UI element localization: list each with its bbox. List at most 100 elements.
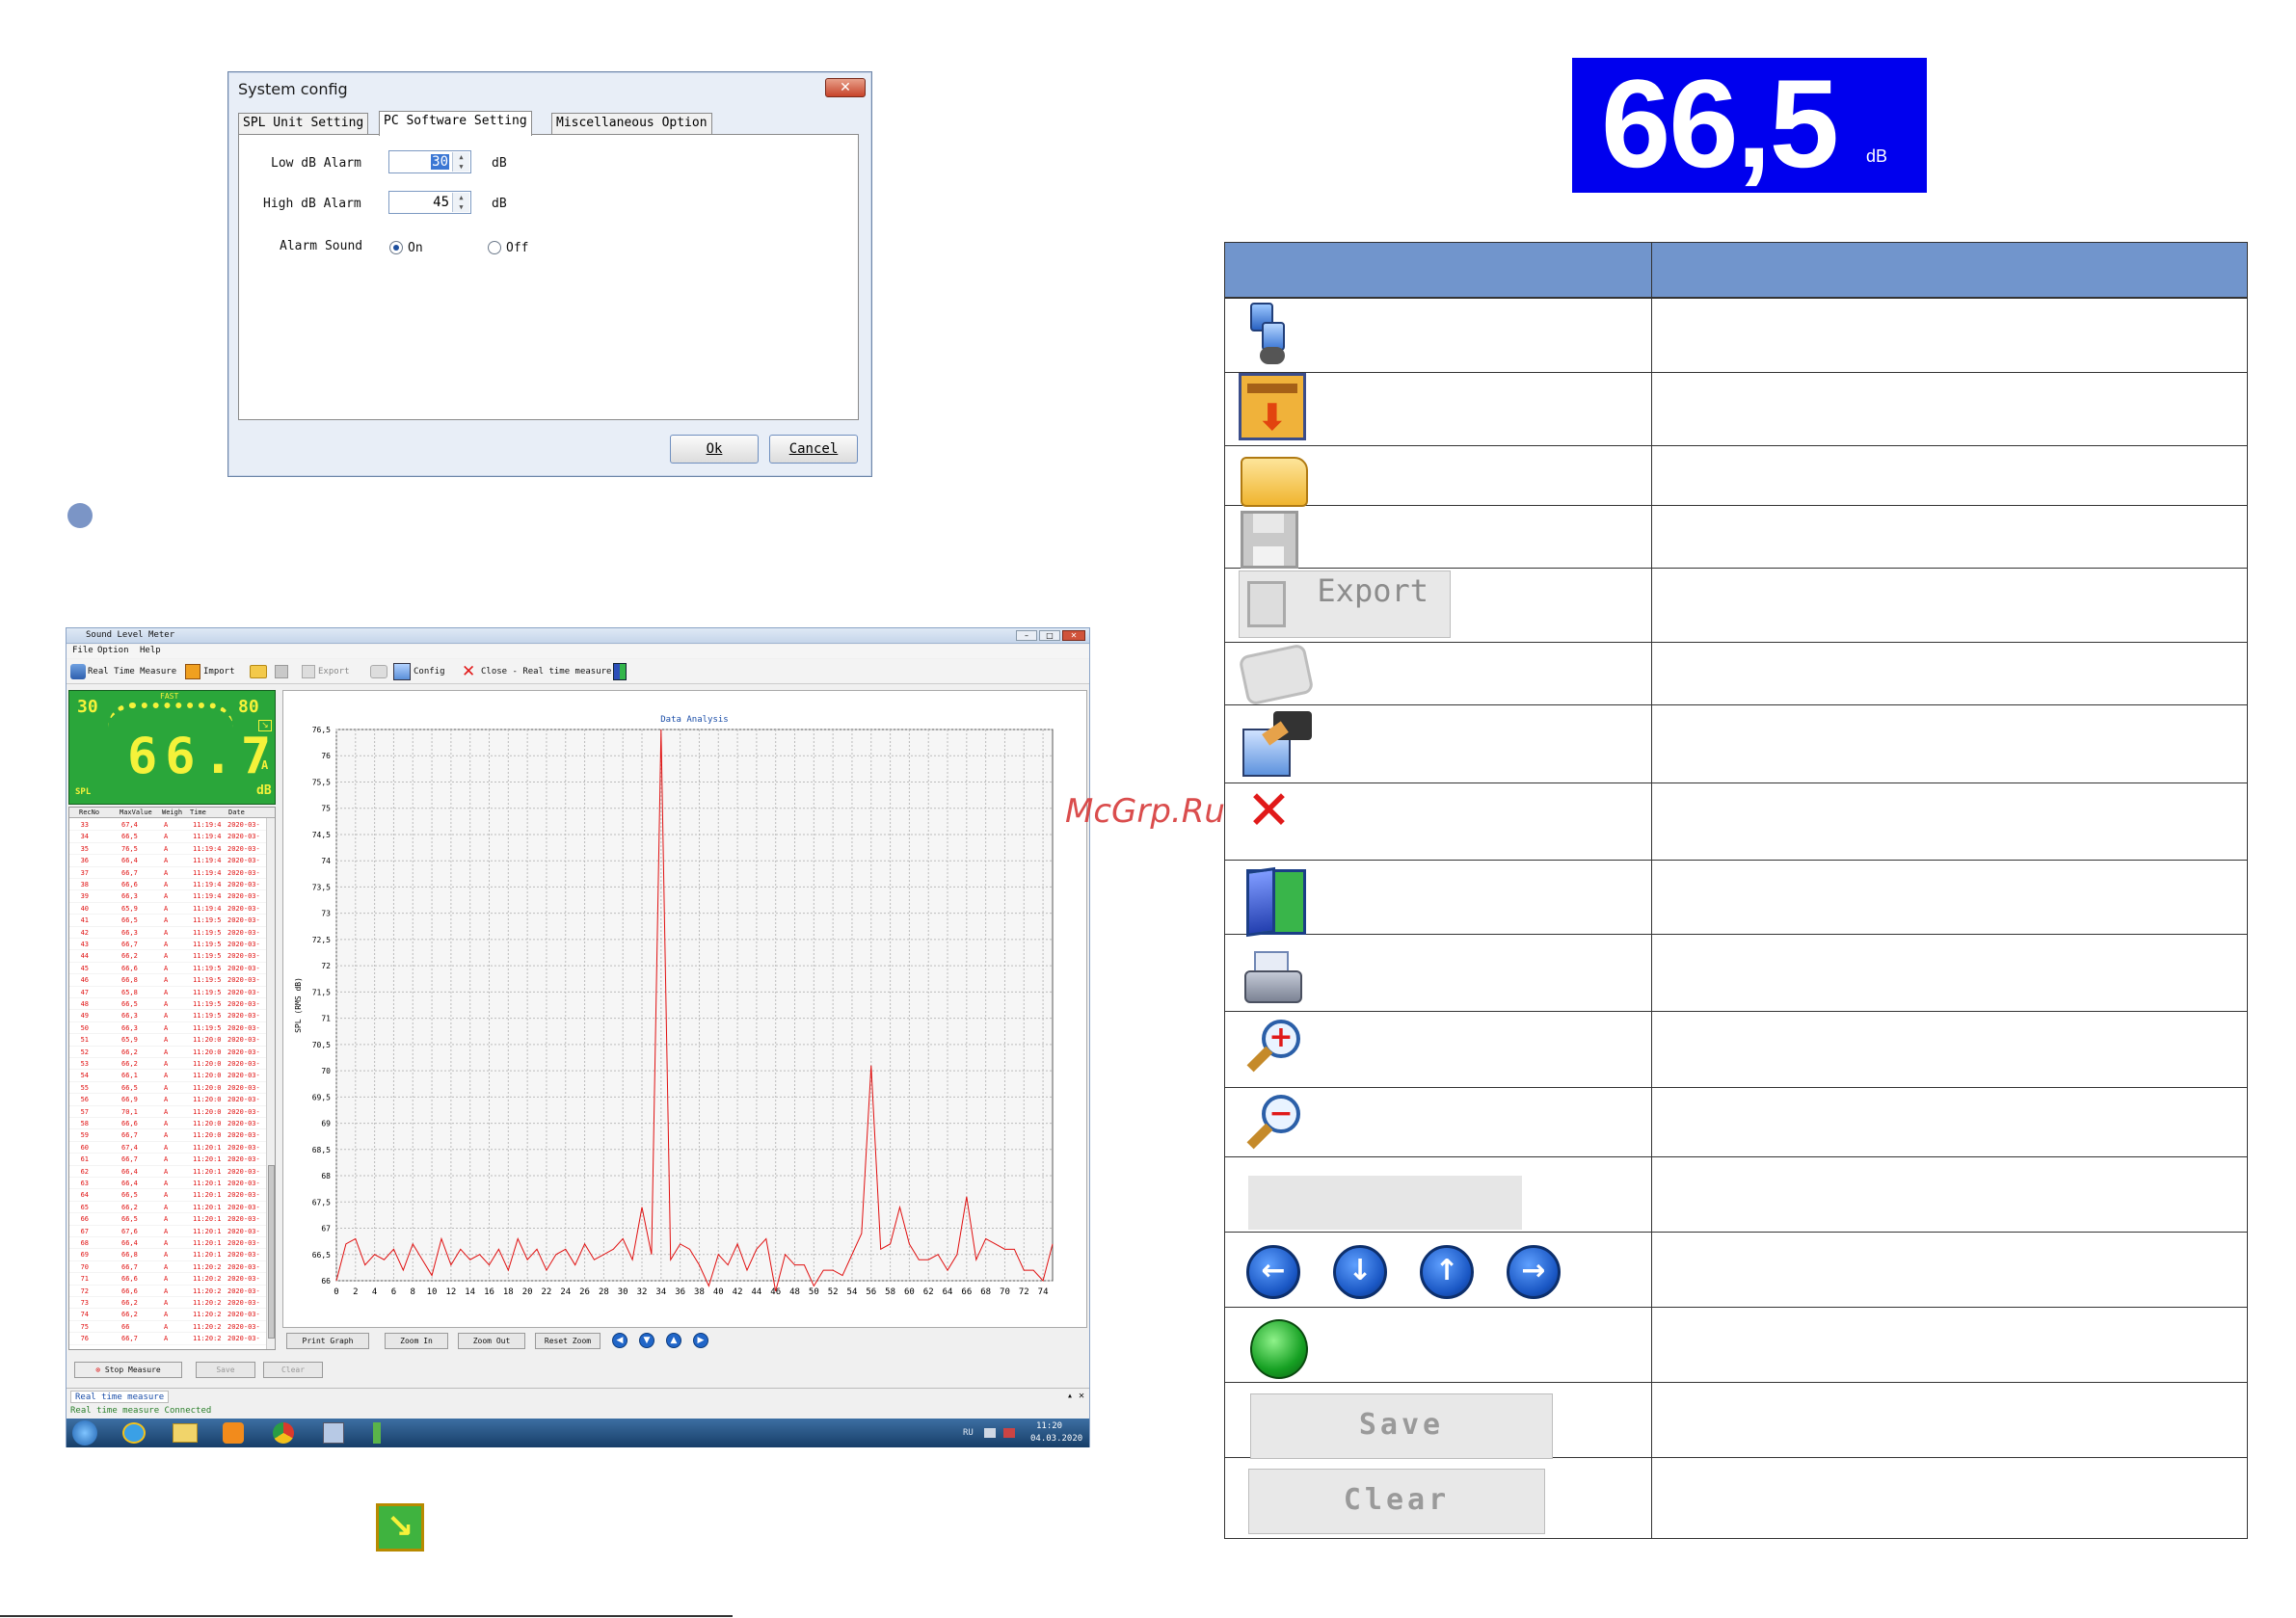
table-row[interactable]: 54 66,1 A 11:20:0 2020-03- [69,1070,267,1082]
table-row[interactable]: 52 66,2 A 11:20:0 2020-03- [69,1047,267,1058]
table-row[interactable]: 72 66,6 A 11:20:2 2020-03- [69,1286,267,1297]
zoom-out-button[interactable]: Zoom Out [458,1333,525,1349]
nav-up-icon[interactable]: ▲ [666,1333,681,1348]
table-row[interactable]: 56 66,9 A 11:20:0 2020-03- [69,1094,267,1106]
low-db-alarm-input[interactable]: 30 ▲ ▼ [388,150,471,173]
zoom-in-button[interactable]: Zoom In [385,1333,448,1349]
start-button-icon[interactable] [72,1420,97,1446]
table-row[interactable]: 38 66,6 A 11:19:4 2020-03- [69,879,267,891]
cancel-button[interactable]: Cancel [769,435,858,464]
import-icon[interactable] [185,664,200,679]
table-row[interactable]: 33 67,4 A 11:19:4 2020-03- [69,819,267,832]
table-row[interactable]: 55 66,5 A 11:20:0 2020-03- [69,1082,267,1095]
menu-help[interactable]: Help [140,646,161,655]
tab-pc-software-setting[interactable]: PC Software Setting [379,111,532,136]
alarm-on-radio[interactable] [389,241,403,254]
scrollbar-thumb[interactable] [268,1165,275,1339]
table-row[interactable]: 50 66,3 A 11:19:5 2020-03- [69,1022,267,1035]
minimize-icon[interactable]: – [1016,630,1037,641]
table-row[interactable]: 76 66,7 A 11:20:2 2020-03- [69,1333,267,1345]
table-row[interactable]: 48 66,5 A 11:19:5 2020-03- [69,998,267,1011]
window-close-icon[interactable]: ✕ [1062,630,1085,641]
table-row[interactable]: 75 66 A 11:20:2 2020-03- [69,1321,267,1334]
table-row[interactable]: 45 66,6 A 11:19:5 2020-03- [69,963,267,975]
maximize-icon[interactable]: □ [1039,630,1060,641]
table-row[interactable]: 47 65,8 A 11:19:5 2020-03- [69,987,267,998]
table-row[interactable]: 41 66,5 A 11:19:5 2020-03- [69,915,267,927]
tab-spl-unit-setting[interactable]: SPL Unit Setting [238,113,369,134]
clear-button[interactable]: Clear [263,1362,323,1378]
tray-time[interactable]: 11:20 [1036,1421,1062,1431]
table-row[interactable]: 43 66,7 A 11:19:5 2020-03- [69,939,267,951]
reset-zoom-button[interactable]: Reset Zoom [535,1333,601,1349]
nav-right-icon[interactable]: ▶ [693,1333,708,1348]
grid-scrollbar[interactable] [266,818,275,1349]
print-icon[interactable] [370,665,387,678]
table-row[interactable]: 73 66,2 A 11:20:2 2020-03- [69,1297,267,1310]
nav-down-icon[interactable]: ▼ [639,1333,654,1348]
tray-network-icon[interactable] [984,1428,996,1438]
table-row[interactable]: 40 65,9 A 11:19:4 2020-03- [69,903,267,915]
table-row[interactable]: 70 66,7 A 11:20:2 2020-03- [69,1261,267,1274]
config-button[interactable]: Config [414,667,445,676]
save-button[interactable]: Save [196,1362,255,1378]
tray-speaker-icon[interactable] [1003,1428,1015,1438]
real-time-measure-button[interactable]: Real Time Measure [88,667,176,676]
table-row[interactable]: 57 70,1 A 11:20:0 2020-03- [69,1106,267,1118]
table-row[interactable]: 51 65,9 A 11:20:0 2020-03- [69,1034,267,1047]
table-row[interactable]: 34 66,5 A 11:19:4 2020-03- [69,831,267,843]
nav-left-icon[interactable]: ◀ [612,1333,627,1348]
table-row[interactable]: 44 66,2 A 11:19:5 2020-03- [69,950,267,963]
close-x-icon[interactable]: ✕ [462,662,475,681]
table-row[interactable]: 71 66,6 A 11:20:2 2020-03- [69,1273,267,1286]
menu-option[interactable]: Option [97,646,129,655]
ie-icon[interactable] [122,1422,146,1444]
save-disk-icon[interactable] [275,665,288,678]
export-icon[interactable] [302,665,315,678]
exit-door-icon[interactable] [613,663,627,680]
menu-file[interactable]: File [72,646,93,655]
table-row[interactable]: 53 66,2 A 11:20:0 2020-03- [69,1058,267,1071]
export-button[interactable]: Export [318,667,350,676]
spinner-arrows-icon[interactable]: ▲ ▼ [452,152,469,172]
config-icon[interactable] [393,663,411,680]
records-grid[interactable]: RecNo MaxValue Weigh Time Date 33 67,4 A 11… [68,807,276,1350]
table-row[interactable]: 42 66,3 A 11:19:5 2020-03- [69,927,267,939]
table-row[interactable]: 64 66,5 A 11:20:1 2020-03- [69,1189,267,1202]
tray-date[interactable]: 04.03.2020 [1030,1434,1082,1444]
table-row[interactable]: 37 66,7 A 11:19:4 2020-03- [69,867,267,879]
dialog-close-button[interactable]: ✕ [825,78,866,97]
meter-app-icon[interactable] [373,1422,381,1444]
table-row[interactable]: 65 66,2 A 11:20:1 2020-03- [69,1202,267,1214]
table-row[interactable]: 61 66,7 A 11:20:1 2020-03- [69,1154,267,1166]
ok-button[interactable]: Ok [670,435,759,464]
explorer-icon[interactable] [173,1423,198,1443]
table-row[interactable]: 58 66,6 A 11:20:0 2020-03- [69,1118,267,1130]
panel-controls-icon[interactable]: ▴ ✕ [1067,1391,1084,1401]
tray-language[interactable]: RU [963,1428,974,1438]
table-row[interactable]: 46 66,8 A 11:19:5 2020-03- [69,974,267,987]
real-time-measure-icon[interactable] [70,664,86,679]
app-icon[interactable] [323,1422,344,1444]
table-row[interactable]: 36 66,4 A 11:19:4 2020-03- [69,855,267,867]
close-realtime-button[interactable]: Close - Real time measure [481,667,611,676]
table-row[interactable]: 69 66,8 A 11:20:1 2020-03- [69,1249,267,1261]
real-time-measure-tab[interactable]: Real time measure [70,1391,170,1403]
table-row[interactable]: 59 66,7 A 11:20:0 2020-03- [69,1129,267,1142]
table-row[interactable]: 66 66,5 A 11:20:1 2020-03- [69,1213,267,1226]
spinner-arrows-icon[interactable]: ▲ ▼ [452,193,469,212]
tab-miscellaneous-option[interactable]: Miscellaneous Option [551,113,712,134]
table-row[interactable]: 63 66,4 A 11:20:1 2020-03- [69,1178,267,1190]
high-db-alarm-input[interactable]: 45 ▲ ▼ [388,191,471,214]
table-row[interactable]: 49 66,3 A 11:19:5 2020-03- [69,1010,267,1022]
open-folder-icon[interactable] [250,665,267,678]
table-row[interactable]: 67 67,6 A 11:20:1 2020-03- [69,1226,267,1237]
stop-measure-button[interactable]: ⊗ Stop Measure [74,1362,182,1378]
table-row[interactable]: 62 66,4 A 11:20:1 2020-03- [69,1166,267,1178]
table-row[interactable]: 74 66,2 A 11:20:2 2020-03- [69,1309,267,1321]
table-row[interactable]: 68 66,4 A 11:20:1 2020-03- [69,1237,267,1250]
print-graph-button[interactable]: Print Graph [286,1333,369,1349]
table-row[interactable]: 35 76,5 A 11:19:4 2020-03- [69,843,267,856]
chrome-icon[interactable] [273,1422,294,1444]
data-analysis-chart[interactable]: 0 2 4 6 8 10 12 14 16 18 20 22 24 26 28 30 32 34 36 38 40 42 4… [283,691,1088,1329]
